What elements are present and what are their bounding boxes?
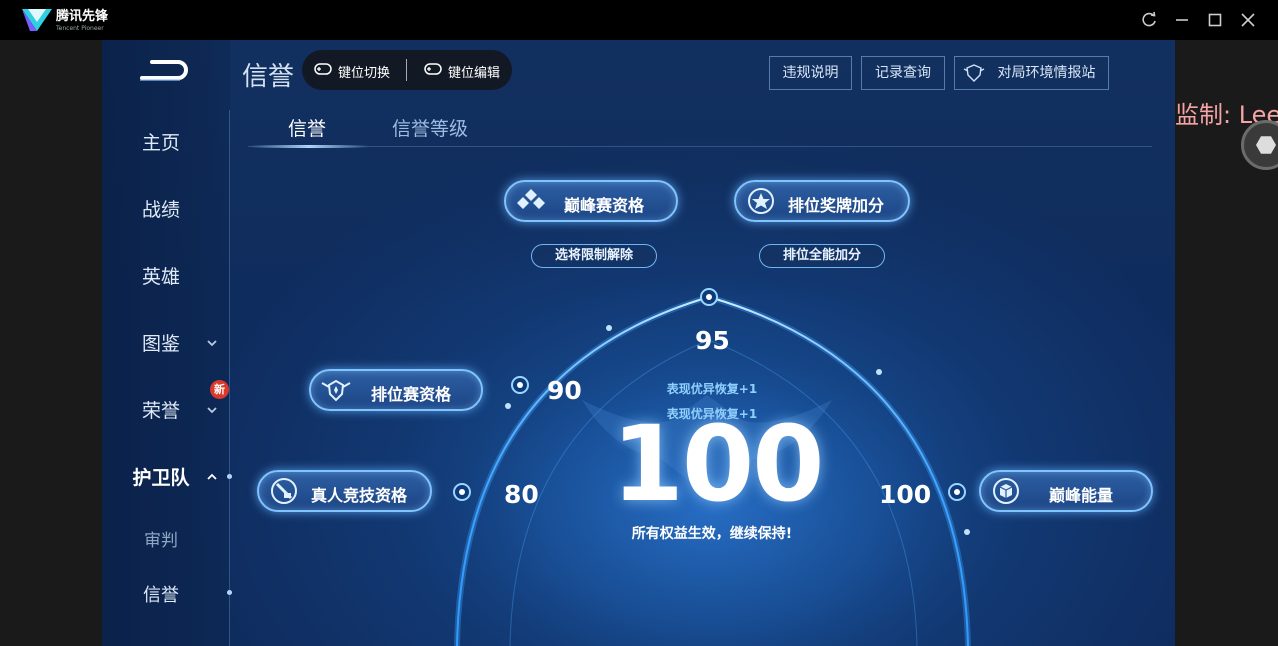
diamond-cluster-icon — [517, 189, 545, 209]
credit-score: 100 — [611, 403, 824, 525]
sidebar-item-guard[interactable]: 护卫队 — [102, 463, 220, 490]
back-arrow-icon[interactable] — [134, 56, 190, 86]
close-icon[interactable] — [1238, 10, 1258, 30]
chevron-down-icon — [207, 340, 217, 347]
rank-medal-perk[interactable]: 排位奖牌加分 — [734, 180, 910, 222]
sidebar-item-honor[interactable]: 荣誉 — [102, 396, 220, 423]
hexagon-icon — [1256, 136, 1276, 154]
peak-energy-perk[interactable]: 巅峰能量 — [979, 470, 1153, 512]
maximize-icon[interactable] — [1205, 10, 1225, 30]
sidebar-item-record[interactable]: 战绩 — [102, 195, 220, 222]
game-viewport: 主页 战绩 英雄 图鉴 荣誉 新 护卫队 审判 信誉 信誉 键位切换 键位编辑 … — [102, 40, 1175, 646]
tab-credit-level[interactable]: 信誉等级 — [392, 114, 468, 141]
left-letterbox — [0, 40, 102, 646]
app-subtitle: Tencent Pioneer — [56, 25, 104, 32]
gamepad-icon — [424, 63, 442, 75]
sword-no-bot-icon — [271, 478, 297, 504]
environment-report-button[interactable]: 对局环境情报站 — [954, 56, 1109, 90]
cube-energy-icon — [993, 478, 1019, 504]
sidebar-item-codex[interactable]: 图鉴 — [102, 329, 220, 356]
peak-qualify-sub: 选将限制解除 — [531, 244, 657, 268]
score-marker-80: 80 — [504, 480, 539, 509]
real-compete-perk[interactable]: 真人竞技资格 — [257, 470, 432, 512]
key-edit-button[interactable]: 键位编辑 — [448, 62, 500, 81]
wing-badge-icon — [321, 379, 351, 402]
chevron-up-icon — [207, 473, 217, 480]
refresh-icon[interactable] — [1139, 10, 1159, 30]
app-title: 腾讯先锋 — [56, 9, 109, 24]
sidebar-nav: 主页 战绩 英雄 图鉴 荣誉 新 护卫队 审判 信誉 — [102, 40, 232, 646]
score-marker-100: 100 — [879, 480, 932, 509]
shield-wing-icon — [963, 64, 985, 82]
recover-note-1: 表现优异恢复+1 — [666, 382, 758, 396]
sidebar-item-hero[interactable]: 英雄 — [102, 262, 220, 289]
chevron-down-icon — [207, 407, 217, 414]
credit-status-text: 所有权益生效，继续保持! — [631, 526, 793, 542]
peak-qualify-perk[interactable]: 巅峰赛资格 — [504, 180, 678, 222]
pill-divider — [406, 59, 407, 81]
new-badge: 新 — [210, 380, 229, 399]
credit-arc — [453, 288, 971, 646]
key-mapping-pill: 键位切换 键位编辑 — [302, 50, 512, 90]
violation-info-button[interactable]: 违规说明 — [769, 56, 852, 90]
environment-report-label: 对局环境情报站 — [997, 65, 1096, 81]
key-switch-button[interactable]: 键位切换 — [338, 62, 390, 81]
star-medal-icon — [748, 188, 774, 214]
page-title: 信誉 — [242, 62, 295, 92]
title-bar: 腾讯先锋 Tencent Pioneer — [0, 0, 1278, 40]
tab-credit[interactable]: 信誉 — [288, 114, 326, 141]
score-marker-90: 90 — [547, 376, 582, 405]
app-window: 腾讯先锋 Tencent Pioneer 监制: Lee 主页 战绩 英雄 图鉴… — [0, 0, 1278, 646]
tab-divider — [248, 146, 1152, 147]
floating-assist-button[interactable] — [1241, 120, 1278, 170]
nav-divider — [229, 110, 230, 646]
gamepad-icon — [314, 63, 332, 75]
sidebar-item-judge[interactable]: 审判 — [102, 526, 220, 551]
sidebar-item-credit[interactable]: 信誉 — [102, 581, 220, 607]
app-logo-icon — [22, 9, 52, 31]
sidebar-item-home[interactable]: 主页 — [102, 128, 220, 155]
score-marker-95: 95 — [695, 326, 730, 355]
minimize-icon[interactable] — [1172, 10, 1192, 30]
right-letterbox: 监制: Lee — [1175, 40, 1278, 646]
record-query-button[interactable]: 记录查询 — [861, 56, 945, 90]
rank-medal-sub: 排位全能加分 — [759, 244, 885, 268]
rank-qualify-perk[interactable]: 排位赛资格 — [309, 369, 483, 411]
